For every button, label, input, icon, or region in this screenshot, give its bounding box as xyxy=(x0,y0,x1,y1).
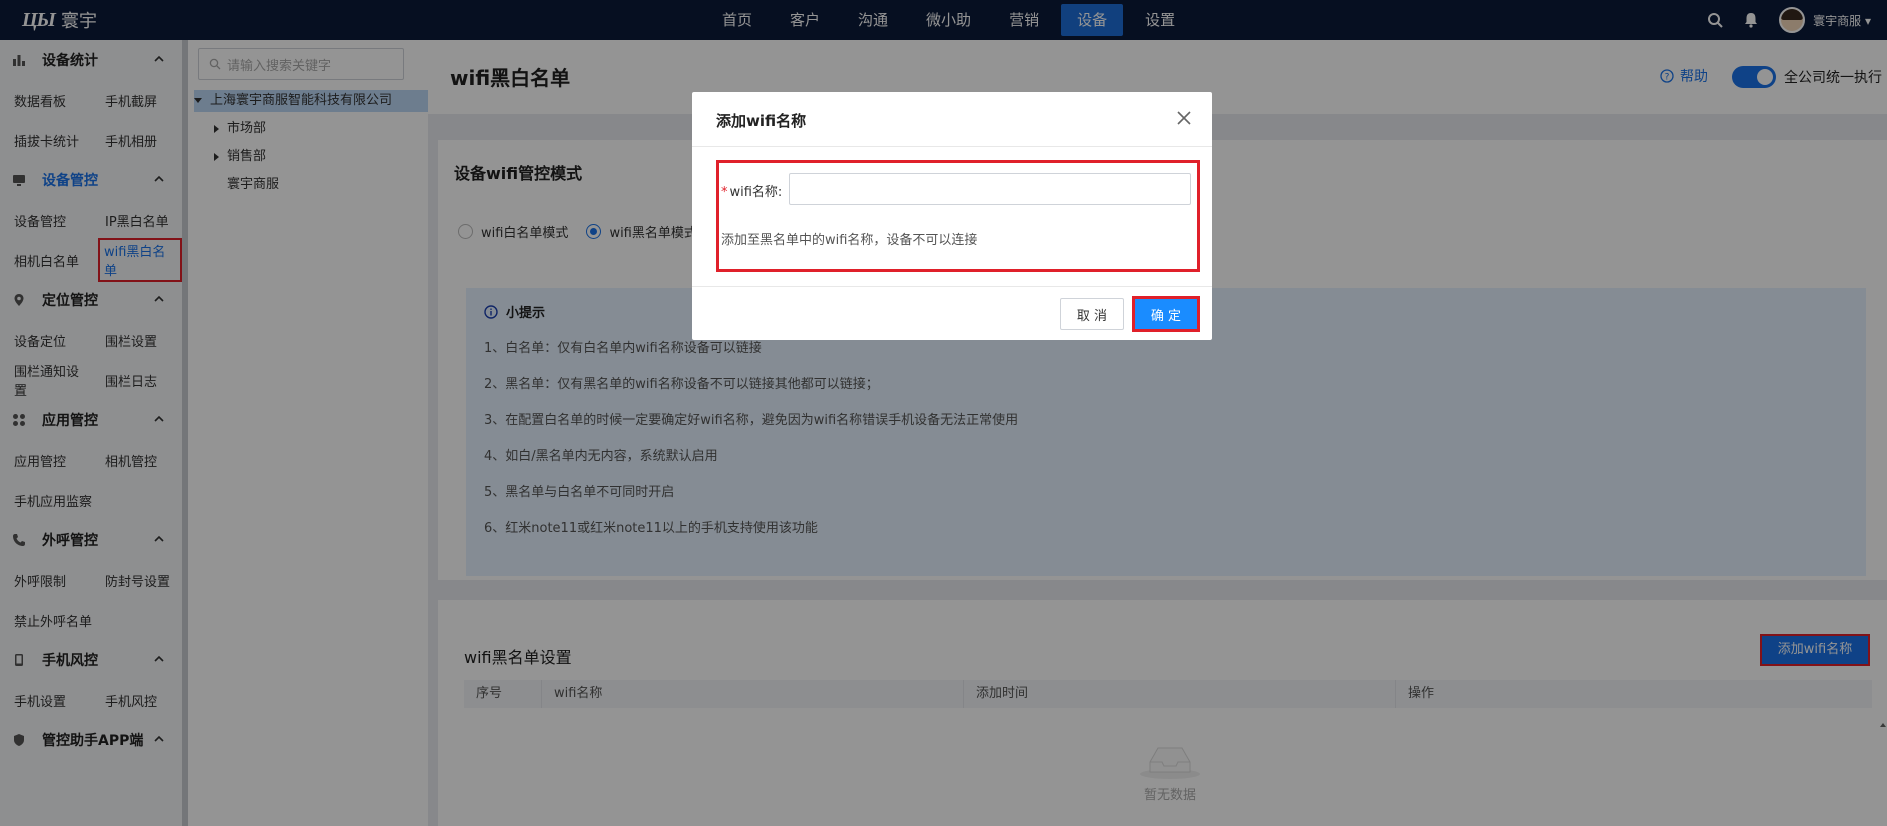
wifi-name-label-text: wifi名称: xyxy=(729,185,783,200)
dialog-divider xyxy=(692,146,1212,147)
close-icon[interactable] xyxy=(1176,110,1192,126)
cancel-button[interactable]: 取 消 xyxy=(1060,298,1124,330)
wifi-name-input[interactable] xyxy=(789,173,1191,205)
add-wifi-dialog: 添加wifi名称 * wifi名称: 添加至黑名单中的wifi名称，设备不可以连接… xyxy=(692,92,1212,340)
wifi-name-hint: 添加至黑名单中的wifi名称，设备不可以连接 xyxy=(721,233,978,248)
confirm-button[interactable]: 确 定 xyxy=(1132,296,1200,332)
wifi-form-area: * wifi名称: 添加至黑名单中的wifi名称，设备不可以连接 xyxy=(716,160,1200,272)
dialog-divider xyxy=(692,286,1212,287)
dialog-title: 添加wifi名称 xyxy=(716,112,807,130)
required-mark: * xyxy=(721,185,728,200)
wifi-name-label: * wifi名称: xyxy=(721,181,782,200)
